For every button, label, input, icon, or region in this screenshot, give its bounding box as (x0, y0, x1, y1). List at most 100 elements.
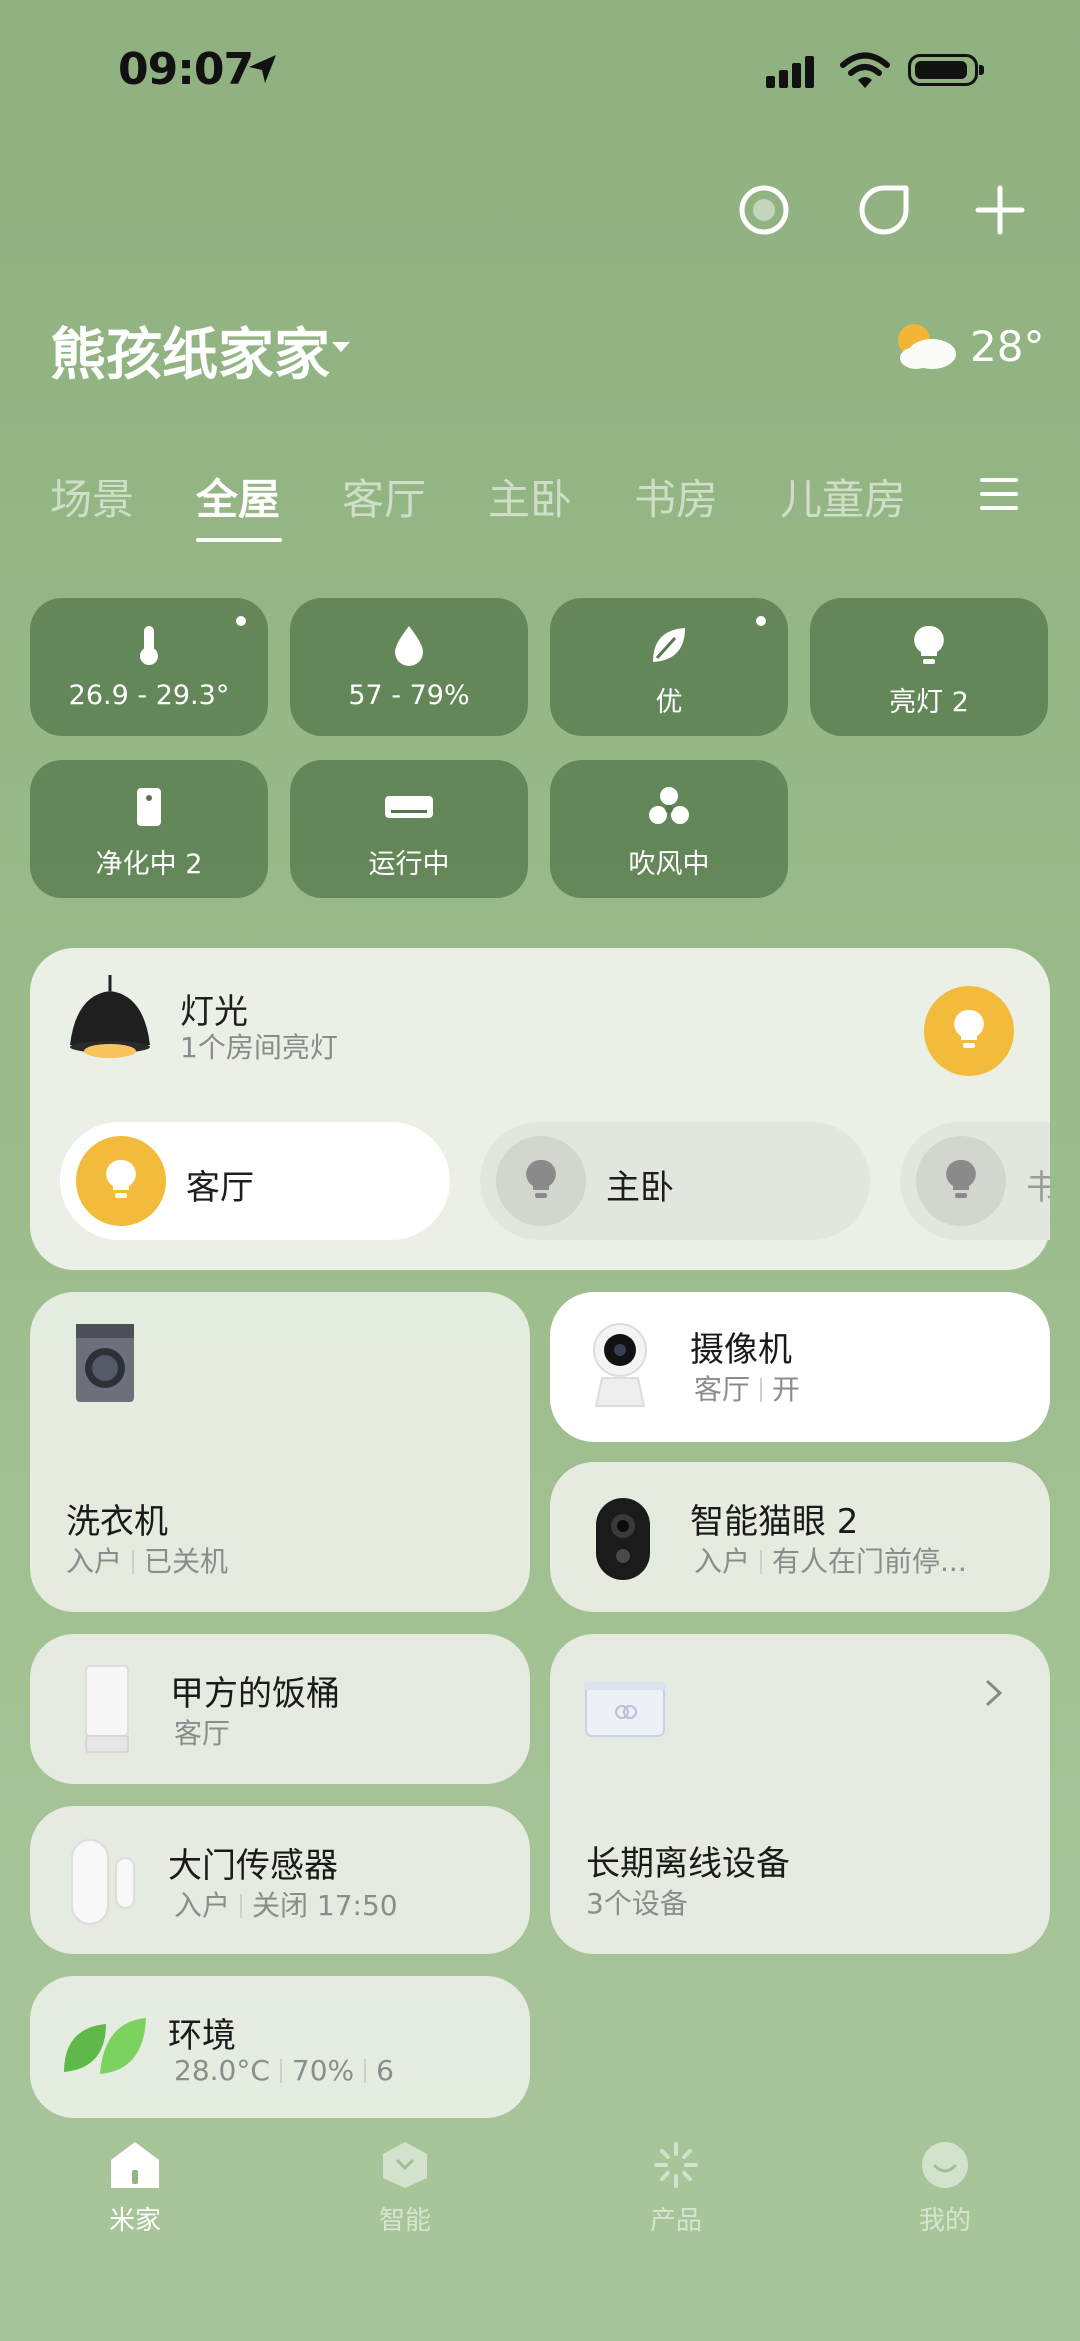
scan-ring-icon[interactable] (734, 180, 794, 240)
device-tile-washer[interactable]: 洗衣机 入户 已关机 (30, 1292, 530, 1612)
humidity-drop-icon (395, 626, 423, 666)
profile-smile-icon (922, 2142, 968, 2188)
nav-label: 产品 (649, 2206, 702, 2236)
leaf-icon (64, 2018, 146, 2074)
room-light-study[interactable]: 书 (900, 1122, 1050, 1240)
bulb-toggle[interactable] (496, 1136, 586, 1226)
location-arrow-icon (249, 55, 276, 83)
tab-study[interactable]: 书房 (634, 466, 718, 527)
notification-dot (756, 616, 766, 626)
tabs-menu-icon[interactable] (980, 478, 1018, 520)
lighting-toggle-button[interactable] (924, 986, 1014, 1076)
room-name: 主卧 (606, 1168, 674, 1208)
chip-label: 57 - 79% (348, 680, 470, 711)
device-status: 客厅开 (694, 1373, 801, 1406)
chip-lights-on[interactable]: 亮灯 2 (810, 598, 1048, 736)
bulb-icon (946, 1159, 976, 1198)
device-tile-smart-peephole[interactable]: 智能猫眼 2 入户 有人在门前停... (550, 1462, 1050, 1612)
nav-mijia-home[interactable]: 米家 (65, 2140, 205, 2237)
device-tile-door-sensor[interactable]: 大门传感器 入户 关闭 17:50 (30, 1806, 530, 1954)
fan-icon (649, 787, 689, 824)
chip-label: 运行中 (368, 849, 450, 880)
lighting-subtitle: 1个房间亮灯 (180, 1031, 338, 1064)
partly-cloudy-icon (898, 324, 956, 369)
pendant-lamp-icon (70, 975, 150, 1058)
environment-readings: 28.0°C 70% 6 (174, 2054, 394, 2087)
bulb-icon (954, 1009, 984, 1048)
offline-device-icon (584, 1682, 666, 1737)
device-name: 摄像机 (690, 1330, 792, 1370)
products-sparkle-icon (654, 2142, 698, 2188)
device-name: 长期离线设备 (586, 1844, 790, 1884)
device-room: 客厅 (174, 1717, 231, 1750)
device-tile-camera[interactable]: 摄像机 客厅开 (550, 1292, 1050, 1442)
chip-label: 净化中 2 (95, 849, 203, 880)
room-light-living-room[interactable]: 客厅 (60, 1122, 450, 1240)
device-tile-rice-cooker[interactable]: 甲方的饭桶 客厅 (30, 1634, 530, 1784)
device-name: 环境 (168, 2016, 236, 2056)
cellular-signal-icon (766, 56, 814, 88)
device-name: 洗衣机 (66, 1502, 168, 1542)
room-light-master-bedroom[interactable]: 主卧 (480, 1122, 870, 1240)
nav-label: 我的 (918, 2206, 971, 2236)
room-light-study-clip: 书 (900, 1122, 1050, 1240)
temperature-readout: 28° (970, 322, 1045, 371)
device-status: 入户 已关机 (66, 1545, 229, 1578)
chip-label: 吹风中 (628, 849, 710, 880)
air-conditioner-icon (385, 796, 433, 818)
battery-icon (908, 54, 984, 86)
nav-products[interactable]: 产品 (606, 2140, 746, 2237)
purifier-icon (137, 788, 161, 826)
bulb-icon (526, 1159, 556, 1198)
chip-humidity[interactable]: 57 - 79% (290, 598, 528, 736)
nav-smart[interactable]: 智能 (335, 2140, 475, 2237)
message-bubble-icon[interactable] (854, 180, 914, 240)
chip-label: 26.9 - 29.3° (68, 680, 230, 711)
home-name[interactable]: 熊孩纸家家 (50, 310, 330, 391)
device-status: 入户 有人在门前停... (694, 1545, 967, 1578)
device-name: 大门传感器 (168, 1846, 338, 1886)
tab-living-room[interactable]: 客厅 (342, 466, 426, 527)
chip-label: 优 (655, 687, 683, 718)
chip-temperature[interactable]: 26.9 - 29.3° (30, 598, 268, 736)
chip-purifier[interactable]: 净化中 2 (30, 760, 268, 898)
status-time: 09:07 (118, 44, 254, 95)
device-name: 甲方的饭桶 (170, 1674, 340, 1714)
tab-scenes[interactable]: 场景 (50, 466, 134, 527)
add-icon[interactable] (970, 180, 1030, 240)
home-icon (111, 2142, 159, 2188)
bulb-toggle[interactable] (76, 1136, 166, 1226)
washing-machine-icon (76, 1324, 134, 1402)
room-name: 书 (1026, 1168, 1050, 1208)
leaf-icon (653, 628, 685, 662)
wifi-icon (840, 52, 890, 88)
door-sensor-icon (71, 1839, 135, 1925)
camera-icon (593, 1323, 647, 1407)
chevron-right-icon[interactable] (982, 1678, 1006, 1708)
device-tile-offline-devices[interactable]: 长期离线设备 3个设备 (550, 1634, 1050, 1954)
device-tile-environment[interactable]: 环境 28.0°C 70% 6 (30, 1976, 530, 2118)
bulb-icon (914, 625, 944, 664)
tab-whole-house[interactable]: 全屋 (196, 466, 280, 527)
device-count: 3个设备 (586, 1887, 688, 1920)
bulb-toggle[interactable] (916, 1136, 1006, 1226)
home-dropdown-caret-icon[interactable] (332, 342, 350, 352)
device-name: 智能猫眼 2 (690, 1502, 859, 1542)
thermometer-icon (140, 626, 158, 665)
chip-label: 亮灯 2 (889, 687, 969, 718)
rice-cooker-icon (85, 1665, 129, 1753)
smart-cube-icon (383, 2142, 427, 2188)
bulb-icon (106, 1159, 136, 1198)
nav-profile[interactable]: 我的 (875, 2140, 1015, 2237)
room-name: 客厅 (186, 1168, 254, 1208)
device-status: 入户 关闭 17:50 (174, 1889, 398, 1922)
chip-air-conditioner[interactable]: 运行中 (290, 760, 528, 898)
nav-label: 智能 (378, 2206, 431, 2236)
tab-kids-room[interactable]: 儿童房 (780, 466, 906, 527)
chip-air-quality[interactable]: 优 (550, 598, 788, 736)
notification-dot (236, 616, 246, 626)
tab-master-bedroom[interactable]: 主卧 (488, 466, 572, 527)
active-tab-indicator (196, 538, 282, 542)
smart-peephole-icon (596, 1498, 650, 1580)
chip-fan[interactable]: 吹风中 (550, 760, 788, 898)
